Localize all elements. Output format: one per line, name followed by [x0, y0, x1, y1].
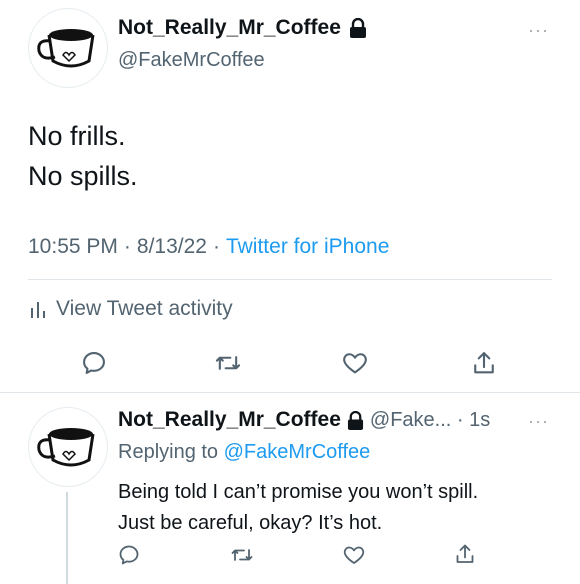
retweet-icon: [231, 549, 253, 561]
reply-icon: [119, 545, 139, 565]
reply-more-options-button[interactable]: ···: [528, 411, 549, 432]
reply-header: Not_Really_Mr_Coffee @Fake... · 1s: [118, 408, 490, 432]
handle[interactable]: @FakeMrCoffee: [118, 49, 265, 72]
reply-icon: [83, 352, 105, 374]
reply-retweet-button[interactable]: [228, 541, 256, 569]
tweet-time[interactable]: 10:55 PM: [28, 235, 118, 259]
like-button[interactable]: [339, 347, 371, 379]
reply-button[interactable]: [78, 347, 110, 379]
view-tweet-activity-label[interactable]: View Tweet activity: [56, 297, 233, 321]
divider: [0, 392, 580, 393]
ellipsis-icon: ···: [528, 20, 549, 40]
lock-icon: [347, 410, 363, 430]
reply-text-line-2: Just be careful, okay? It’s hot.: [118, 512, 383, 534]
display-name[interactable]: Not_Really_Mr_Coffee: [118, 16, 367, 40]
meta-separator: ·: [123, 235, 131, 258]
lock-icon: [349, 18, 366, 38]
share-icon: [456, 544, 474, 563]
ellipsis-icon: ···: [528, 411, 549, 431]
tweet-text-line-2: No spills.: [28, 161, 138, 191]
thread-line: [66, 492, 68, 584]
tweet-source[interactable]: Twitter for iPhone: [226, 235, 389, 259]
reply-like-button[interactable]: [340, 541, 368, 569]
bar-chart-icon: [31, 302, 45, 318]
tweet-meta: 10:55 PM · 8/13/22 · Twitter for iPhone: [28, 235, 389, 259]
more-options-button[interactable]: ···: [528, 20, 549, 41]
reply-text: Being told I can’t promise you won’t spi…: [118, 477, 478, 539]
divider: [28, 279, 552, 280]
tweet-text-line-1: No frills.: [28, 121, 126, 151]
heart-icon: [343, 546, 365, 564]
reply-display-name[interactable]: Not_Really_Mr_Coffee: [118, 408, 341, 432]
reply-reply-button[interactable]: [116, 541, 142, 569]
retweet-icon: [215, 356, 241, 370]
replying-to: Replying to @FakeMrCoffee: [118, 441, 370, 464]
retweet-button[interactable]: [212, 347, 244, 379]
reply-handle-time[interactable]: @Fake... · 1s: [370, 409, 490, 432]
share-button[interactable]: [468, 347, 500, 379]
tweet-date[interactable]: 8/13/22: [137, 235, 207, 259]
replying-to-handle[interactable]: @FakeMrCoffee: [224, 441, 371, 463]
reply-share-button[interactable]: [451, 540, 479, 568]
replying-to-label: Replying to: [118, 441, 219, 463]
meta-separator: ·: [212, 235, 220, 258]
heart-icon: [343, 353, 367, 374]
view-tweet-activity[interactable]: View Tweet activity: [30, 297, 233, 321]
reply-avatar[interactable]: [28, 407, 108, 487]
tweet-text: No frills. No spills.: [28, 116, 138, 196]
coffee-cup-icon: [37, 29, 95, 68]
reply-text-line-1: Being told I can’t promise you won’t spi…: [118, 481, 479, 503]
share-icon: [474, 352, 494, 374]
coffee-cup-icon: [37, 428, 95, 467]
avatar[interactable]: [28, 8, 108, 88]
